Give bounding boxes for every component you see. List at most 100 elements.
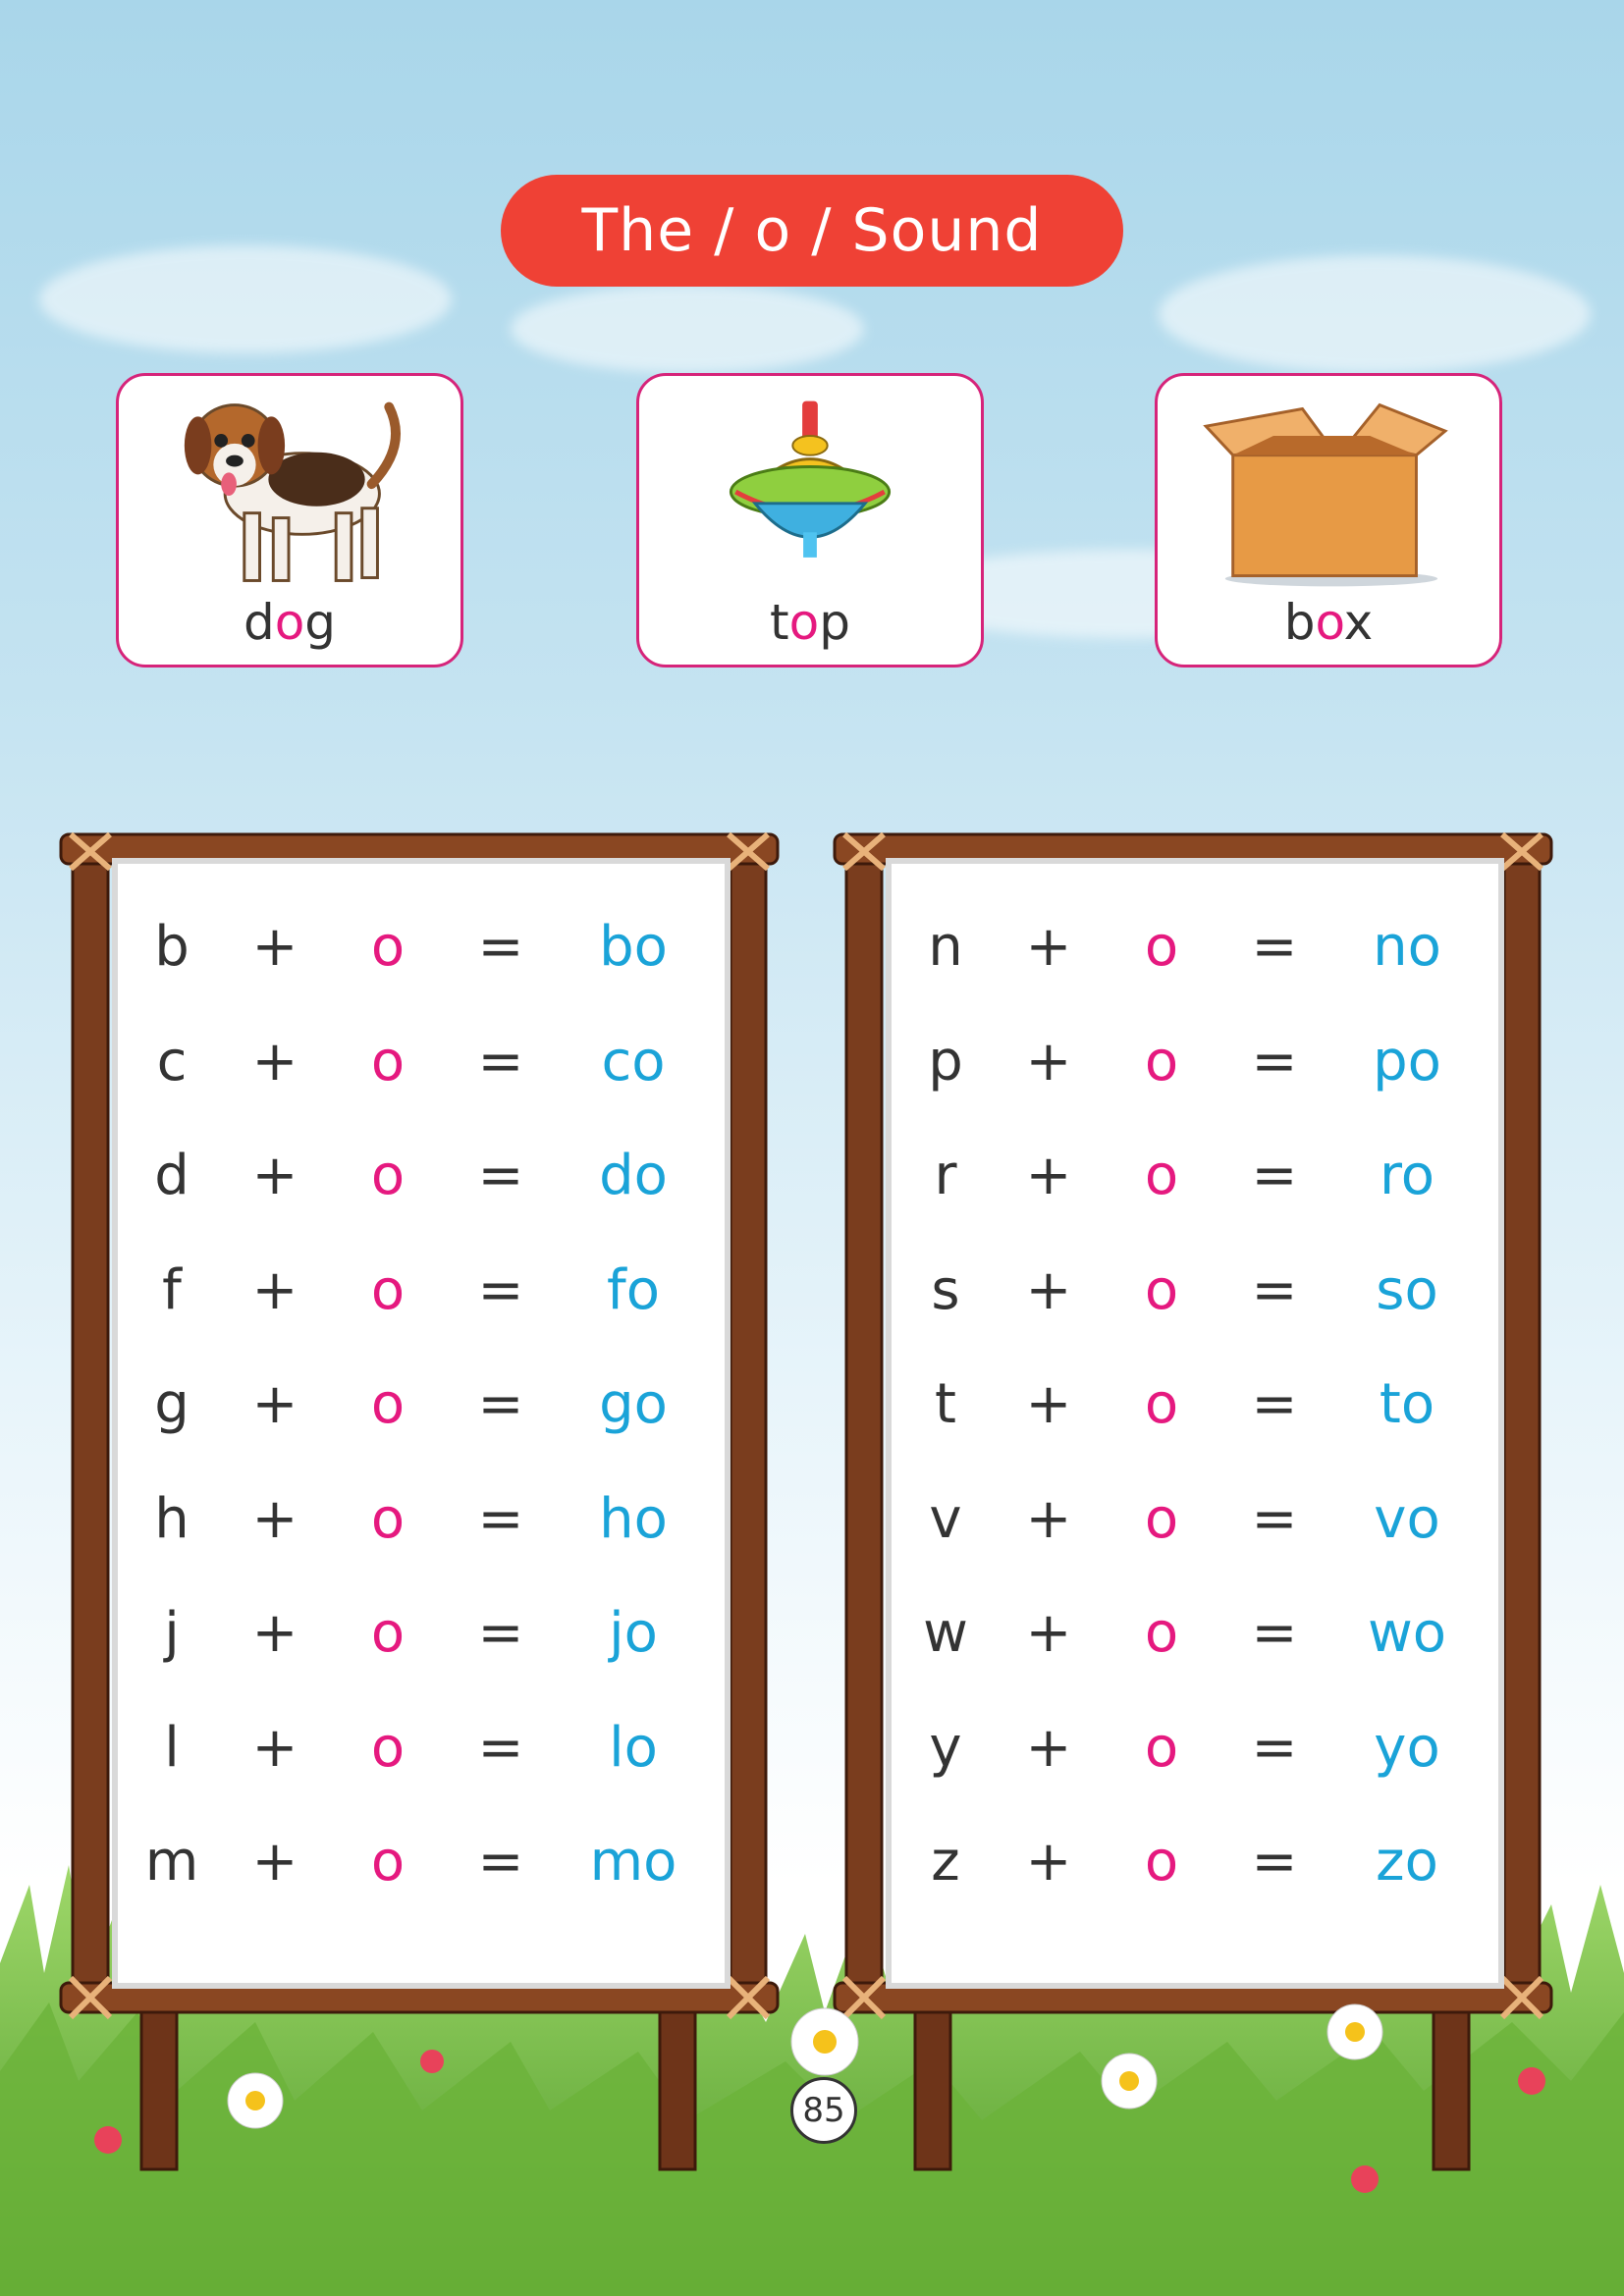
equation-letter: c — [156, 1029, 188, 1094]
equation-result: go — [599, 1372, 668, 1436]
page-title: The / o / Sound — [501, 175, 1123, 287]
equation-result: no — [1373, 915, 1441, 979]
equation-letter: b — [154, 915, 189, 979]
title-before: The / — [581, 196, 755, 265]
equation-row: n + o = no — [892, 908, 1498, 987]
card-word: top — [770, 594, 850, 651]
equation-equals: = — [1251, 1144, 1298, 1207]
equation-plus: + — [251, 915, 298, 979]
equation-vowel: o — [370, 1029, 406, 1094]
equation-result: lo — [609, 1715, 658, 1780]
equation-vowel: o — [370, 1715, 406, 1780]
equation-equals: = — [477, 915, 524, 979]
cloud — [39, 245, 452, 353]
equation-equals: = — [477, 1601, 524, 1665]
equation-vowel: o — [370, 1830, 406, 1894]
equation-plus: + — [251, 1029, 298, 1094]
equation-plus: + — [251, 1715, 298, 1780]
equation-equals: = — [477, 1029, 524, 1094]
equation-plus: + — [251, 1144, 298, 1207]
equation-plus: + — [1025, 1486, 1072, 1551]
equation-vowel: o — [370, 1257, 406, 1322]
equation-equals: = — [477, 1144, 524, 1207]
equation-row: s + o = so — [892, 1252, 1498, 1330]
equation-row: b + o = bo — [118, 908, 725, 987]
equation-vowel: o — [1144, 1601, 1179, 1665]
equation-letter: n — [928, 915, 963, 979]
equation-equals: = — [1251, 1372, 1298, 1436]
equation-row: p + o = po — [892, 1023, 1498, 1101]
box-icon — [1203, 402, 1448, 587]
equation-result: mo — [589, 1830, 677, 1894]
equation-row: w + o = wo — [892, 1594, 1498, 1673]
equation-letter: m — [144, 1830, 199, 1894]
equation-plus: + — [251, 1486, 298, 1551]
equation-result: to — [1379, 1372, 1435, 1436]
equation-row: v + o = vo — [892, 1480, 1498, 1559]
equation-result: ho — [599, 1486, 668, 1551]
equation-equals: = — [1251, 915, 1298, 979]
equation-letter: z — [931, 1830, 960, 1894]
equation-row: m + o = mo — [118, 1823, 725, 1901]
equation-row: c + o = co — [118, 1023, 725, 1101]
equation-plus: + — [251, 1372, 298, 1436]
equation-equals: = — [1251, 1486, 1298, 1551]
equation-letter: h — [154, 1486, 189, 1551]
equation-plus: + — [251, 1601, 298, 1665]
equation-plus: + — [251, 1257, 298, 1322]
equation-plus: + — [1025, 1257, 1072, 1322]
equation-row: r + o = ro — [892, 1137, 1498, 1215]
phonics-board-right: n + o = no p + o = po r + o = ro s + o = so t + o = to v + o = vo w + o =… — [892, 864, 1498, 1983]
equation-plus: + — [1025, 1144, 1072, 1207]
equation-row: t + o = to — [892, 1365, 1498, 1444]
equation-equals: = — [1251, 1257, 1298, 1322]
equation-equals: = — [477, 1486, 524, 1551]
equation-result: yo — [1374, 1715, 1440, 1780]
equation-plus: + — [1025, 1601, 1072, 1665]
equation-letter: w — [923, 1601, 968, 1665]
equation-result: bo — [599, 915, 668, 979]
equation-row: h + o = ho — [118, 1480, 725, 1559]
equation-row: j + o = jo — [118, 1594, 725, 1673]
equation-row: d + o = do — [118, 1137, 725, 1215]
page-number: 85 — [790, 2077, 857, 2144]
equation-equals: = — [1251, 1029, 1298, 1094]
phonics-board-left: b + o = bo c + o = co d + o = do f + o = fo g + o = go h + o = ho j + o =… — [118, 864, 725, 1983]
title-after: / Sound — [791, 196, 1043, 265]
equation-vowel: o — [1144, 1715, 1179, 1780]
equation-vowel: o — [370, 915, 406, 979]
equation-equals: = — [477, 1372, 524, 1436]
equation-vowel: o — [1144, 1372, 1179, 1436]
title-vowel: o — [754, 196, 792, 265]
equation-equals: = — [1251, 1830, 1298, 1894]
equation-letter: f — [162, 1257, 182, 1322]
equation-equals: = — [477, 1715, 524, 1780]
equation-plus: + — [1025, 1830, 1072, 1894]
equation-equals: = — [477, 1830, 524, 1894]
equation-row: l + o = lo — [118, 1709, 725, 1788]
equation-plus: + — [1025, 1715, 1072, 1780]
equation-vowel: o — [370, 1486, 406, 1551]
equation-result: zo — [1376, 1830, 1438, 1894]
equation-result: so — [1376, 1257, 1438, 1322]
equation-letter: l — [164, 1715, 180, 1780]
equation-vowel: o — [1144, 1486, 1179, 1551]
equation-letter: p — [928, 1029, 963, 1094]
equation-letter: v — [929, 1486, 962, 1551]
picture-card-dog: dog — [116, 373, 463, 667]
cloud — [1159, 255, 1591, 373]
equation-row: g + o = go — [118, 1365, 725, 1444]
equation-letter: d — [154, 1144, 189, 1207]
equation-vowel: o — [370, 1372, 406, 1436]
equation-row: z + o = zo — [892, 1823, 1498, 1901]
equation-row: f + o = fo — [118, 1252, 725, 1330]
worksheet-page: The / o / Sound dog top box b + o = bo c… — [0, 0, 1624, 2296]
equation-plus: + — [1025, 915, 1072, 979]
equation-vowel: o — [1144, 1257, 1179, 1322]
equation-result: po — [1373, 1029, 1441, 1094]
equation-vowel: o — [370, 1601, 406, 1665]
equation-vowel: o — [370, 1144, 406, 1207]
equation-letter: t — [935, 1372, 956, 1436]
dog-icon — [184, 401, 401, 582]
equation-vowel: o — [1144, 1029, 1179, 1094]
